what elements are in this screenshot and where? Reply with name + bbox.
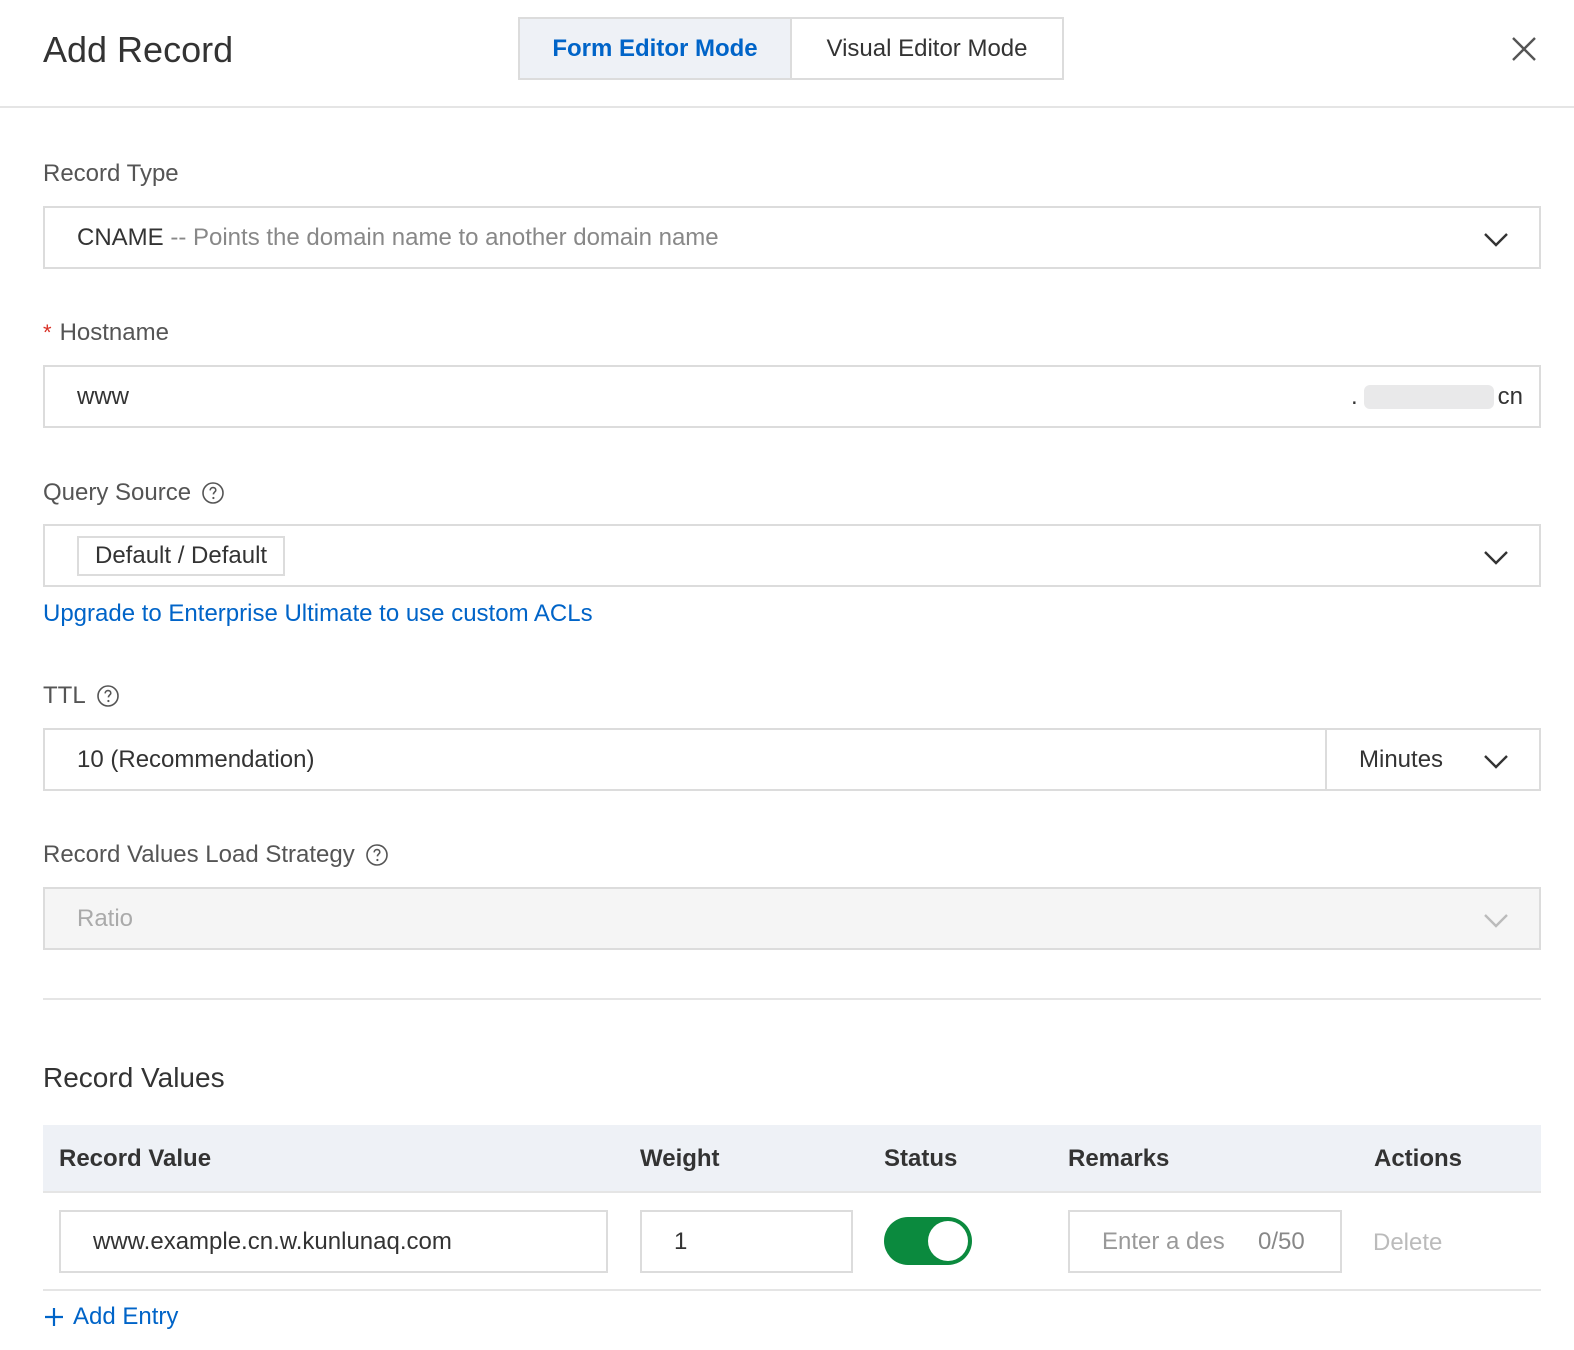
record-value-text: www.example.cn.w.kunlunaq.com bbox=[93, 1227, 452, 1255]
hostname-value: www bbox=[77, 382, 129, 410]
record-values-title: Record Values bbox=[43, 1062, 225, 1093]
add-entry-button[interactable]: Add Entry bbox=[43, 1303, 178, 1331]
load-strategy-value: Ratio bbox=[77, 904, 134, 932]
query-source-select[interactable]: Default / Default bbox=[43, 524, 1541, 587]
hostname-input[interactable]: www . cn bbox=[43, 365, 1541, 428]
record-type-select[interactable]: CNAME -- Points the domain name to anoth… bbox=[43, 206, 1541, 269]
ttl-label: TTL bbox=[43, 681, 120, 711]
record-type-description: -- Points the domain name to another dom… bbox=[163, 223, 719, 251]
column-header-record-value: Record Value bbox=[59, 1145, 212, 1172]
plus-icon bbox=[45, 1308, 63, 1326]
query-source-label: Query Source bbox=[43, 478, 225, 508]
dialog-header: Add Record Form Editor Mode Visual Edito… bbox=[0, 0, 1574, 108]
delete-button[interactable]: Delete bbox=[1373, 1229, 1442, 1257]
domain-suffix: . cn bbox=[1350, 383, 1523, 410]
record-type-label: Record Type bbox=[43, 160, 179, 187]
chevron-down-icon bbox=[1484, 551, 1508, 565]
table-row: www.example.cn.w.kunlunaq.com 1 Enter a … bbox=[43, 1193, 1541, 1291]
redacted-domain bbox=[1363, 385, 1494, 409]
form-editor-mode-tab[interactable]: Form Editor Mode bbox=[520, 19, 792, 78]
ttl-unit-value: Minutes bbox=[1359, 745, 1444, 773]
column-header-status: Status bbox=[884, 1145, 958, 1172]
chevron-down-icon bbox=[1484, 914, 1508, 928]
load-strategy-label: Record Values Load Strategy bbox=[43, 840, 389, 870]
record-values-table-header: Record Value Weight Status Remarks Actio… bbox=[43, 1125, 1541, 1193]
dialog-title: Add Record bbox=[43, 29, 234, 70]
required-mark: * bbox=[43, 320, 52, 345]
query-source-tag: Default / Default bbox=[77, 535, 286, 576]
column-header-remarks: Remarks bbox=[1068, 1145, 1170, 1172]
load-strategy-select: Ratio bbox=[43, 887, 1541, 950]
visual-editor-mode-tab[interactable]: Visual Editor Mode bbox=[792, 19, 1062, 78]
remarks-input[interactable]: Enter a des 0/50 bbox=[1068, 1210, 1342, 1273]
close-icon[interactable] bbox=[1508, 33, 1540, 65]
editor-mode-toggle: Form Editor Mode Visual Editor Mode bbox=[518, 17, 1064, 80]
remarks-placeholder: Enter a des bbox=[1102, 1227, 1225, 1255]
section-divider bbox=[43, 998, 1541, 1000]
column-header-actions: Actions bbox=[1374, 1145, 1463, 1172]
toggle-knob bbox=[928, 1221, 968, 1261]
chevron-down-icon bbox=[1484, 755, 1508, 769]
remarks-char-count: 0/50 bbox=[1258, 1227, 1305, 1255]
status-toggle[interactable] bbox=[884, 1217, 972, 1265]
record-type-value: CNAME bbox=[77, 223, 164, 251]
help-icon[interactable] bbox=[365, 843, 389, 867]
chevron-down-icon bbox=[1484, 233, 1508, 247]
help-icon[interactable] bbox=[201, 481, 225, 505]
ttl-select[interactable]: 10 (Recommendation) bbox=[43, 728, 1327, 791]
hostname-label: * Hostname bbox=[43, 319, 169, 346]
ttl-unit-select[interactable]: Minutes bbox=[1325, 728, 1541, 791]
add-entry-label: Add Entry bbox=[73, 1303, 179, 1330]
help-icon[interactable] bbox=[96, 684, 120, 708]
weight-input[interactable]: 1 bbox=[640, 1210, 853, 1273]
record-value-input[interactable]: www.example.cn.w.kunlunaq.com bbox=[59, 1210, 608, 1273]
column-header-weight: Weight bbox=[640, 1145, 720, 1172]
weight-value: 1 bbox=[674, 1227, 688, 1255]
upgrade-link[interactable]: Upgrade to Enterprise Ultimate to use cu… bbox=[43, 600, 593, 628]
ttl-value: 10 (Recommendation) bbox=[77, 745, 315, 773]
